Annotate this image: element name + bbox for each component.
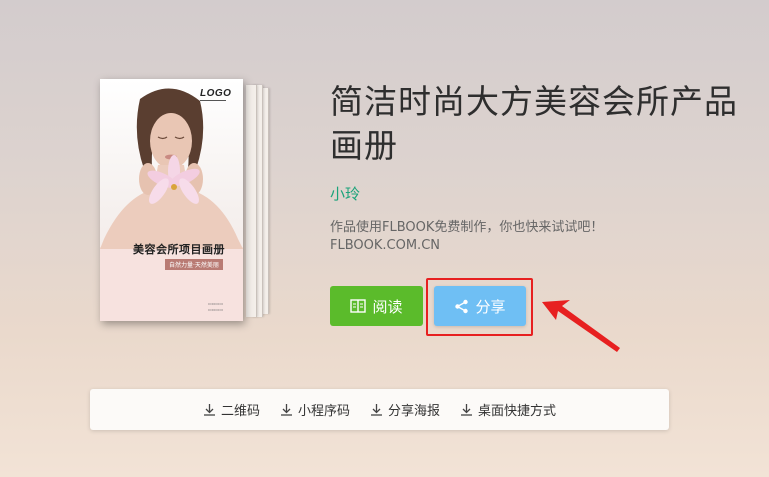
download-icon <box>371 404 382 416</box>
share-poster-download[interactable]: 分享海报 <box>370 400 440 419</box>
cover-tagline: 自然力量·天然美丽 <box>165 259 223 270</box>
cover-logo: LOGO <box>200 88 232 99</box>
qrcode-label: 二维码 <box>220 404 260 419</box>
share-poster-label: 分享海报 <box>388 404 441 419</box>
share-highlight-box <box>426 278 533 336</box>
read-button[interactable]: 阅读 <box>330 286 423 326</box>
download-toolbar: 二维码 小程序码 分享海报 桌面快捷方式 <box>90 389 669 430</box>
cover-logo-underline <box>200 100 226 101</box>
book-cover[interactable]: LOGO 美容会所项目画册 自然力量·天然美丽 ▭▭▭▭ ▭▭▭▭ <box>100 79 270 324</box>
qrcode-download[interactable]: 二维码 <box>203 400 260 419</box>
read-button-label: 阅读 <box>372 297 403 316</box>
red-arrow-annotation <box>542 300 620 352</box>
description-text: 作品使用FLBOOK免费制作，你也快来试试吧！ <box>330 220 604 235</box>
desktop-shortcut-download[interactable]: 桌面快捷方式 <box>460 400 556 419</box>
author-link[interactable]: 小玲 <box>330 183 360 204</box>
cover-small-print: ▭▭▭▭ ▭▭▭▭ <box>208 301 224 312</box>
miniprogram-code-download[interactable]: 小程序码 <box>280 400 350 419</box>
download-icon <box>203 404 215 416</box>
cover-portrait-illustration <box>100 88 243 249</box>
download-icon <box>280 404 292 416</box>
download-icon <box>461 404 473 416</box>
desktop-shortcut-label: 桌面快捷方式 <box>478 404 557 419</box>
cover-image: LOGO 美容会所项目画册 自然力量·天然美丽 ▭▭▭▭ ▭▭▭▭ <box>100 79 243 321</box>
book-page-edge <box>246 85 257 317</box>
cover-title: 美容会所项目画册 <box>133 243 225 256</box>
book-open-icon <box>350 299 367 313</box>
site-text: FLBOOK.COM.CN <box>330 238 440 253</box>
book-title: 简洁时尚大方美容会所产品画册 <box>330 82 738 165</box>
description: 作品使用FLBOOK免费制作，你也快来试试吧！ FLBOOK.COM.CN <box>330 219 650 255</box>
miniprogram-code-label: 小程序码 <box>297 404 350 419</box>
